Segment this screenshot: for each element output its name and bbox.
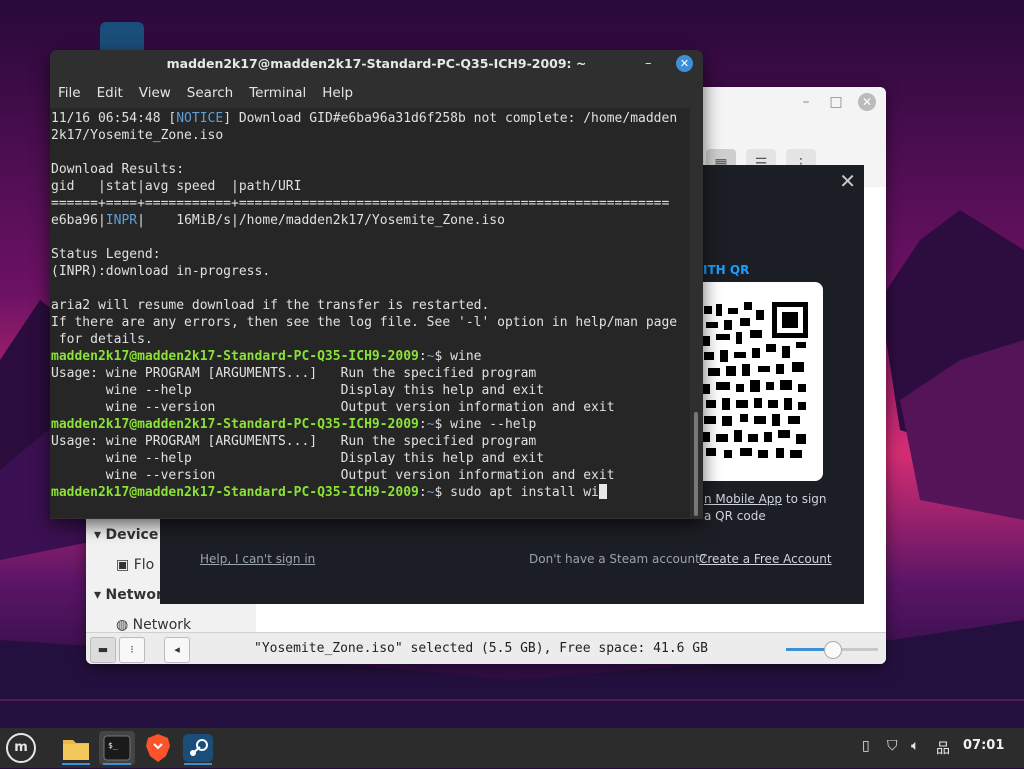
terminal-title: madden2k17@madden2k17-Standard-PC-Q35-IC… bbox=[166, 56, 587, 71]
cant-sign-in-link[interactable]: Help, I can't sign in bbox=[200, 552, 315, 566]
zoom-slider[interactable] bbox=[786, 641, 878, 659]
minimize-icon[interactable]: – bbox=[645, 56, 652, 71]
taskbar: m $_ ▯ ⛉ 🔈︎ 品 07:01 bbox=[0, 728, 1024, 768]
mobile-app-link[interactable]: n Mobile App bbox=[704, 492, 782, 506]
close-icon[interactable]: ✕ bbox=[839, 169, 856, 193]
close-icon[interactable]: ✕ bbox=[676, 55, 693, 72]
text-cursor bbox=[598, 484, 607, 499]
start-menu-button[interactable]: m bbox=[6, 733, 36, 763]
terminal-menubar: File Edit View Search Terminal Help bbox=[50, 82, 703, 104]
sidebar-section-network[interactable]: ▾ Networ bbox=[94, 587, 163, 603]
terminal-output[interactable]: 11/16 06:54:48 [NOTICE] Download GID#e6b… bbox=[50, 108, 690, 518]
menu-search[interactable]: Search bbox=[179, 82, 241, 104]
terminal-text: 11/16 06:54:48 [NOTICE] Download GID#e6b… bbox=[51, 111, 678, 500]
expand-icon: ▾ bbox=[94, 527, 106, 543]
qr-sign-in-label: ITH QR bbox=[703, 263, 750, 277]
create-account-link[interactable]: Create a Free Account bbox=[699, 552, 832, 566]
taskbar-terminal[interactable]: $_ bbox=[99, 731, 135, 765]
menu-file[interactable]: File bbox=[50, 82, 89, 104]
status-text: "Yosemite_Zone.iso" selected (5.5 GB), F… bbox=[254, 641, 708, 656]
taskbar-brave[interactable] bbox=[140, 731, 176, 765]
show-places-button[interactable]: ▬ bbox=[90, 637, 116, 663]
active-indicator bbox=[103, 763, 131, 765]
svg-text:$_: $_ bbox=[108, 741, 118, 750]
active-indicator bbox=[62, 763, 90, 765]
show-tree-button[interactable]: ⁝ bbox=[119, 637, 145, 663]
qr-code-icon bbox=[700, 300, 810, 460]
network-icon: ◍ bbox=[116, 617, 133, 633]
hide-sidebar-button[interactable]: ◂ bbox=[164, 637, 190, 663]
active-indicator bbox=[184, 763, 212, 765]
desktop-steam-icon[interactable] bbox=[100, 22, 144, 52]
minimize-icon[interactable]: – bbox=[798, 94, 814, 110]
fm-window-controls: – □ ✕ bbox=[798, 93, 876, 111]
terminal-icon: $_ bbox=[103, 735, 131, 761]
terminal-window: madden2k17@madden2k17-Standard-PC-Q35-IC… bbox=[50, 50, 703, 519]
floppy-icon: ▣ bbox=[116, 557, 134, 573]
close-icon[interactable]: ✕ bbox=[858, 93, 876, 111]
taskbar-steam[interactable] bbox=[180, 731, 216, 765]
mobile-app-hint: n Mobile App to sign a QR code bbox=[704, 492, 827, 523]
qr-code-box bbox=[690, 282, 823, 481]
menu-edit[interactable]: Edit bbox=[89, 82, 131, 104]
clock[interactable]: 07:01 bbox=[963, 738, 1004, 753]
steam-icon bbox=[183, 734, 213, 762]
brave-icon bbox=[146, 734, 170, 762]
notifications-icon[interactable]: ▯ bbox=[862, 738, 870, 754]
maximize-icon[interactable]: □ bbox=[828, 94, 844, 110]
sidebar-item-floppy[interactable]: ▣ Flo bbox=[116, 557, 154, 573]
menu-view[interactable]: View bbox=[131, 82, 179, 104]
network-icon[interactable]: 品 bbox=[936, 738, 950, 758]
zoom-slider-handle[interactable] bbox=[824, 641, 842, 659]
menu-help[interactable]: Help bbox=[314, 82, 361, 104]
volume-icon[interactable]: 🔈︎ bbox=[911, 738, 919, 754]
menu-terminal[interactable]: Terminal bbox=[241, 82, 314, 104]
files-icon bbox=[63, 740, 89, 760]
expand-icon: ▾ bbox=[94, 587, 106, 603]
fm-statusbar: ▬ ⁝ ◂ "Yosemite_Zone.iso" selected (5.5 … bbox=[86, 632, 886, 664]
sidebar-item-network[interactable]: ◍ Network bbox=[116, 617, 191, 633]
taskbar-files[interactable] bbox=[58, 731, 94, 765]
shield-icon[interactable]: ⛉ bbox=[887, 738, 898, 754]
terminal-scrollbar[interactable] bbox=[694, 412, 698, 516]
sidebar-section-devices[interactable]: ▾ Device bbox=[94, 527, 158, 543]
no-account-label: Don't have a Steam account? bbox=[529, 552, 707, 566]
